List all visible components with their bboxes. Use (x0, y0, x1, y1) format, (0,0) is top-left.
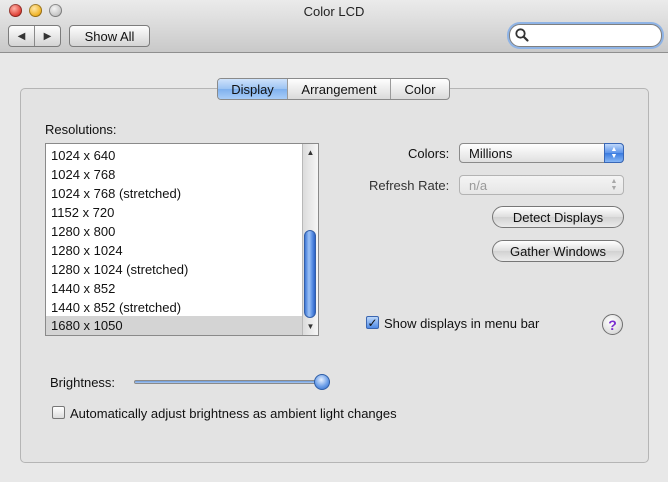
scroll-up-arrow-icon[interactable]: ▲ (303, 145, 318, 159)
resolution-item[interactable]: 1024 x 640 (46, 146, 302, 165)
auto-brightness-label: Automatically adjust brightness as ambie… (70, 406, 397, 421)
back-forward-control: ◀ ▶ (8, 25, 61, 47)
tab-bar: Display Arrangement Color (217, 78, 450, 100)
colors-label: Colors: (408, 146, 450, 161)
refresh-rate-label: Refresh Rate: (369, 178, 450, 193)
colors-popup[interactable]: Millions ▲ ▼ (459, 143, 624, 163)
resolution-item[interactable]: 1440 x 852 (46, 279, 302, 298)
resolutions-list[interactable]: 1024 x 640 1024 x 768 1024 x 768 (stretc… (45, 143, 319, 336)
search-field[interactable] (509, 24, 662, 47)
auto-brightness-checkbox[interactable] (52, 406, 65, 419)
magnifier-icon (515, 28, 529, 42)
scroll-down-arrow-icon[interactable]: ▼ (303, 319, 318, 333)
resolution-item[interactable]: 1280 x 1024 (stretched) (46, 260, 302, 279)
brightness-slider[interactable] (134, 380, 330, 384)
window-titlebar: Color LCD ◀ ▶ Show All (0, 0, 668, 53)
forward-arrow-icon: ▶ (43, 30, 52, 42)
scrollbar-thumb[interactable] (304, 230, 316, 318)
resolution-item[interactable]: 1280 x 800 (46, 222, 302, 241)
forward-button[interactable]: ▶ (34, 26, 60, 46)
resolution-item[interactable]: 1440 x 852 (stretched) (46, 298, 302, 317)
brightness-slider-fill (135, 381, 329, 383)
resolution-item[interactable]: 1152 x 720 (46, 203, 302, 222)
show-in-menu-bar-label: Show displays in menu bar (384, 316, 540, 331)
tab-arrangement[interactable]: Arrangement (287, 79, 390, 99)
refresh-rate-value: n/a (469, 178, 488, 193)
refresh-rate-popup[interactable]: n/a ▲ ▼ (459, 175, 624, 195)
resolution-item[interactable]: 1024 x 768 (stretched) (46, 184, 302, 203)
search-input[interactable] (530, 26, 650, 43)
window-title: Color LCD (303, 4, 365, 19)
detect-displays-button[interactable]: Detect Displays (492, 206, 624, 228)
resolutions-scrollbar[interactable]: ▲ ▼ (302, 144, 318, 335)
resolution-item[interactable]: 1280 x 1024 (46, 241, 302, 260)
brightness-slider-knob[interactable] (314, 374, 330, 390)
tab-display[interactable]: Display (218, 79, 287, 99)
back-button[interactable]: ◀ (9, 26, 34, 46)
colors-value: Millions (469, 146, 513, 161)
popup-stepper-icon: ▲ ▼ (610, 178, 618, 192)
resolution-item[interactable]: 1024 x 768 (46, 165, 302, 184)
tab-color[interactable]: Color (390, 79, 449, 99)
back-arrow-icon: ◀ (17, 30, 26, 42)
help-icon: ? (608, 316, 617, 333)
popup-stepper-icon: ▲ ▼ (604, 143, 624, 163)
resolution-item-selected[interactable]: 1680 x 1050 (46, 316, 302, 335)
resolutions-label: Resolutions: (45, 122, 117, 137)
show-in-menu-bar-checkbox[interactable]: ✓ (366, 316, 379, 329)
gather-windows-button[interactable]: Gather Windows (492, 240, 624, 262)
show-all-button[interactable]: Show All (69, 25, 150, 47)
help-button[interactable]: ? (602, 314, 623, 335)
brightness-label: Brightness: (50, 375, 116, 390)
